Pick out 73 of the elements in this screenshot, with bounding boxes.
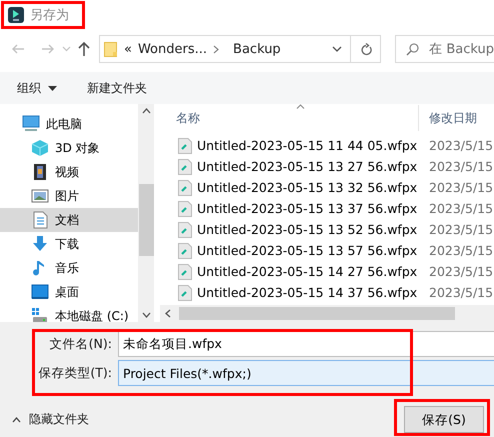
filename-label: 文件名(N): <box>48 336 113 352</box>
scroll-left-icon <box>165 309 171 318</box>
file-icon <box>178 222 192 238</box>
breadcrumb[interactable]: Backup <box>233 42 281 56</box>
folder-icon <box>104 41 118 57</box>
file-name[interactable]: Untitled-2023-05-15 14 27 56.wfpx <box>197 264 418 279</box>
file-date: 2023/5/15 <box>428 222 494 237</box>
new-folder-button[interactable]: 新建文件夹 <box>80 76 154 100</box>
file-date: 2023/5/15 <box>428 138 494 153</box>
vertical-scrollbar[interactable] <box>138 104 154 322</box>
sidebar-item[interactable]: 桌面 <box>0 280 138 304</box>
file-date: 2023/5/15 <box>428 285 494 300</box>
scroll-down-icon <box>142 312 150 318</box>
file-icon <box>178 242 192 258</box>
file-name[interactable]: Untitled-2023-05-15 13 52 56.wfpx <box>197 222 418 237</box>
file-name[interactable]: Untitled-2023-05-15 13 32 56.wfpx <box>197 180 418 195</box>
recent-dropdown-icon[interactable] <box>62 46 71 52</box>
film-icon <box>31 163 49 181</box>
sidebar-item[interactable]: 图片 <box>0 184 138 208</box>
cube-icon <box>31 139 49 157</box>
down-arrow-icon <box>31 235 49 253</box>
file-name[interactable]: Untitled-2023-05-15 13 57 56.wfpx <box>197 243 418 258</box>
file-date: 2023/5/15 <box>428 159 494 174</box>
file-type-label: 保存类型(T): <box>37 364 113 382</box>
up-arrow-icon[interactable] <box>77 41 91 57</box>
filename-field[interactable]: 未命名项目.wfpx <box>118 331 494 357</box>
search-icon <box>406 42 420 56</box>
sidebar-item[interactable]: 音乐 <box>0 256 138 280</box>
monitor-icon <box>31 283 49 301</box>
file-date: 2023/5/15 <box>428 201 494 216</box>
column-header[interactable]: 修改日期 <box>418 105 477 131</box>
file-name[interactable]: Untitled-2023-05-15 11 44 05.wfpx <box>197 138 418 153</box>
search-placeholder: 在 Backup <box>429 41 494 58</box>
file-name[interactable]: Untitled-2023-05-15 13 37 56.wfpx <box>197 201 418 216</box>
picture-icon <box>31 187 49 205</box>
file-icon <box>178 158 192 174</box>
overflow-marker[interactable]: « <box>124 42 132 56</box>
sidebar-item[interactable]: 文档 <box>0 208 138 232</box>
refresh-icon[interactable] <box>360 42 372 56</box>
file-icon <box>178 180 192 196</box>
scroll-up-icon <box>142 108 150 114</box>
search-field[interactable]: 在 Backup <box>395 35 494 63</box>
chevron-right-icon <box>213 44 220 54</box>
chevron-up-icon <box>12 416 21 422</box>
file-icon <box>178 138 192 154</box>
horizontal-scrollbar[interactable] <box>160 305 494 322</box>
file-date: 2023/5/15 <box>428 264 494 279</box>
window-title: 另存为 <box>30 7 69 24</box>
file-date: 2023/5/15 <box>428 243 494 258</box>
sidebar-item[interactable]: 本地磁盘 (C:) <box>0 304 138 322</box>
app-icon <box>8 7 24 23</box>
sidebar-item[interactable]: 此电脑 <box>0 112 138 136</box>
file-icon <box>178 264 192 280</box>
file-name[interactable]: Untitled-2023-05-15 13 27 56.wfpx <box>197 159 418 174</box>
file-name[interactable]: Untitled-2023-05-15 14 37 56.wfpx <box>197 285 418 300</box>
drive-icon <box>31 307 49 322</box>
address-dropdown-icon[interactable] <box>332 46 342 52</box>
save-button[interactable]: 保存(S) <box>404 406 484 433</box>
breadcrumb[interactable]: Wonders... <box>138 42 208 56</box>
address-bar[interactable]: « Wonders... Backup <box>99 35 351 63</box>
organize-menu-button[interactable]: 组织 <box>10 76 64 100</box>
document-icon <box>31 211 49 229</box>
file-type-dropdown[interactable]: Project Files(*.wfpx;) <box>118 360 494 386</box>
file-icon <box>178 200 192 216</box>
caret-icon <box>48 86 57 90</box>
sidebar-item[interactable]: 下载 <box>0 232 138 256</box>
file-icon <box>178 284 192 300</box>
sidebar-item[interactable]: 视频 <box>0 160 138 184</box>
sidebar-item[interactable]: 3D 对象 <box>0 136 138 160</box>
file-date: 2023/5/15 <box>428 180 494 195</box>
hide-folders-toggle[interactable]: 隐藏文件夹 <box>12 411 89 428</box>
computer-icon <box>22 115 40 133</box>
column-header[interactable]: 名称 <box>160 110 418 126</box>
